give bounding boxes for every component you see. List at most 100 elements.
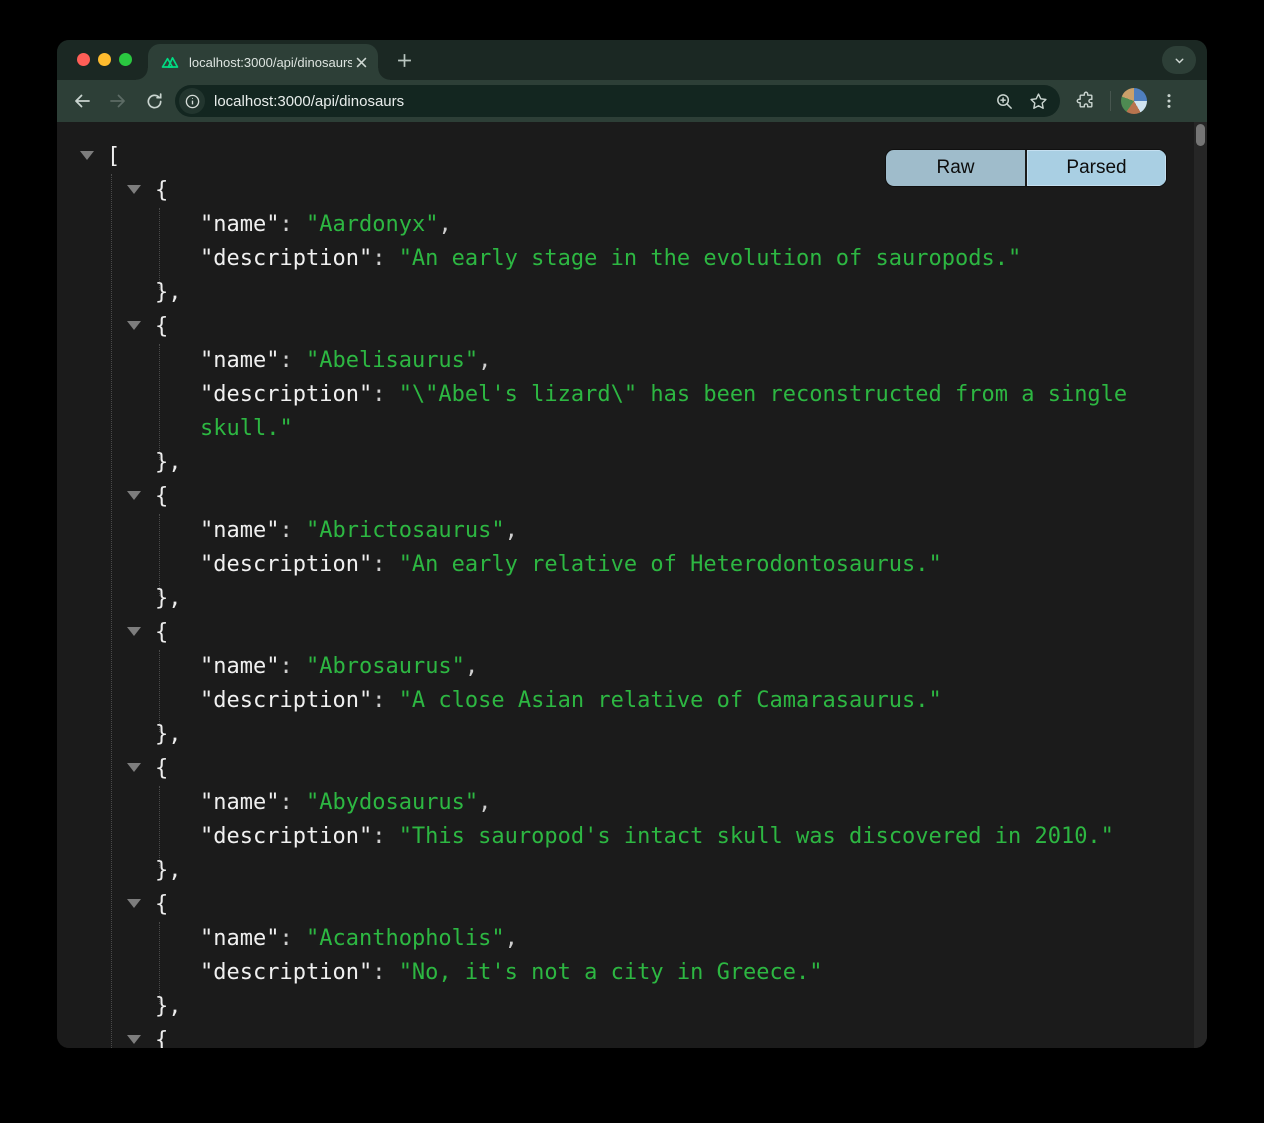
json-key: "description" xyxy=(200,246,372,271)
chevron-down-icon xyxy=(1173,54,1186,67)
json-line-close: }, xyxy=(57,582,1194,616)
comma: , xyxy=(505,926,518,951)
browser-menu-button[interactable] xyxy=(1157,89,1181,113)
json-key: "name" xyxy=(200,348,279,373)
forward-button[interactable] xyxy=(103,86,133,116)
json-key: "description" xyxy=(200,824,372,849)
array-open-bracket: [ xyxy=(107,144,120,169)
collapse-triangle-icon[interactable] xyxy=(127,491,141,500)
colon: : xyxy=(372,382,399,407)
new-tab-button[interactable] xyxy=(391,47,418,74)
address-bar[interactable]: localhost:3000/api/dinosaurs xyxy=(175,85,1060,117)
bookmark-button[interactable] xyxy=(1026,89,1050,113)
collapse-triangle-icon[interactable] xyxy=(127,627,141,636)
zoom-button[interactable] xyxy=(992,89,1016,113)
nuxt-favicon-icon xyxy=(160,52,180,72)
scrollbar-thumb[interactable] xyxy=(1196,124,1205,146)
json-viewer: [ {"name": "Aardonyx","description": "An… xyxy=(57,122,1207,1048)
json-line-open: { xyxy=(57,752,1194,786)
object-open-brace: { xyxy=(155,892,168,917)
toolbar-separator xyxy=(1110,91,1111,111)
kebab-menu-icon xyxy=(1160,92,1178,110)
tab-search-button[interactable] xyxy=(1162,46,1196,74)
colon: : xyxy=(372,960,399,985)
profile-avatar[interactable] xyxy=(1121,88,1147,114)
collapse-triangle-icon[interactable] xyxy=(80,151,94,160)
colon: : xyxy=(372,246,399,271)
json-entry: {"name": "Abydosaurus","description": "T… xyxy=(57,752,1194,888)
json-key-value-line: "name": "Abelisaurus", xyxy=(57,344,1194,378)
collapse-triangle-icon[interactable] xyxy=(127,185,141,194)
colon: : xyxy=(279,790,306,815)
minimize-window-button[interactable] xyxy=(98,53,111,66)
json-line-close: }, xyxy=(57,990,1194,1024)
colon: : xyxy=(372,824,399,849)
scrollbar[interactable] xyxy=(1194,122,1207,1048)
json-line-open: { xyxy=(57,1024,1194,1048)
close-window-button[interactable] xyxy=(77,53,90,66)
object-open-brace: { xyxy=(155,314,168,339)
colon: : xyxy=(279,348,306,373)
json-line-open: { xyxy=(57,310,1194,344)
browser-toolbar: localhost:3000/api/dinosaurs xyxy=(57,80,1207,122)
json-string-value: "Abrictosaurus" xyxy=(306,518,505,543)
tab-close-button[interactable] xyxy=(352,53,370,71)
json-line-close: }, xyxy=(57,718,1194,752)
json-key: "description" xyxy=(200,960,372,985)
comma: , xyxy=(505,518,518,543)
json-key-value-line: "description": "No, it's not a city in G… xyxy=(57,956,1194,990)
json-string-value: "Abydosaurus" xyxy=(306,790,478,815)
forward-arrow-icon xyxy=(108,91,128,111)
puzzle-icon xyxy=(1076,91,1096,111)
json-key-value-line: "name": "Aardonyx", xyxy=(57,208,1194,242)
browser-tab[interactable]: localhost:3000/api/dinosaurs xyxy=(148,44,378,80)
json-key-value-line: "name": "Abrosaurus", xyxy=(57,650,1194,684)
collapse-triangle-icon[interactable] xyxy=(127,899,141,908)
colon: : xyxy=(279,212,306,237)
object-open-brace: { xyxy=(155,484,168,509)
collapse-triangle-icon[interactable] xyxy=(127,1035,141,1044)
raw-button[interactable]: Raw xyxy=(886,150,1025,186)
back-arrow-icon xyxy=(72,91,92,111)
colon: : xyxy=(372,688,399,713)
maximize-window-button[interactable] xyxy=(119,53,132,66)
json-key-value-line: "name": "Abrictosaurus", xyxy=(57,514,1194,548)
json-entry: {"name": "Abrosaurus", "description": "A … xyxy=(57,616,1194,752)
colon: : xyxy=(279,654,306,679)
collapse-triangle-icon[interactable] xyxy=(127,763,141,772)
json-string-value: "A close Asian relative of Camarasaurus.… xyxy=(399,688,942,713)
tab-title: localhost:3000/api/dinosaurs xyxy=(189,55,352,70)
info-icon xyxy=(184,93,201,110)
json-tree: [ {"name": "Aardonyx","description": "An… xyxy=(57,122,1194,1048)
json-string-value: "Acanthopholis" xyxy=(306,926,505,951)
back-button[interactable] xyxy=(67,86,97,116)
json-key: "name" xyxy=(200,790,279,815)
json-entries: {"name": "Aardonyx","description": "An e… xyxy=(57,174,1194,1048)
json-key: "name" xyxy=(200,518,279,543)
json-key-value-line: "name": "Abydosaurus", xyxy=(57,786,1194,820)
json-line-open: { xyxy=(57,888,1194,922)
comma: , xyxy=(465,654,478,679)
reload-button[interactable] xyxy=(139,86,169,116)
colon: : xyxy=(372,552,399,577)
json-key: "description" xyxy=(200,382,372,407)
json-key-value-line: "description": "An early relative of Het… xyxy=(57,548,1194,582)
object-close-brace: }, xyxy=(155,722,182,747)
comma: , xyxy=(478,348,491,373)
extensions-button[interactable] xyxy=(1074,89,1098,113)
collapse-triangle-icon[interactable] xyxy=(127,321,141,330)
site-info-button[interactable] xyxy=(179,88,205,114)
json-line-open: { xyxy=(57,616,1194,650)
url-text[interactable]: localhost:3000/api/dinosaurs xyxy=(214,93,982,110)
json-key-value-line: "description": "An early stage in the ev… xyxy=(57,242,1194,276)
object-open-brace: { xyxy=(155,756,168,781)
json-string-value: "Abrosaurus" xyxy=(306,654,465,679)
colon: : xyxy=(279,518,306,543)
object-open-brace: { xyxy=(155,1028,168,1048)
json-key: "description" xyxy=(200,688,372,713)
json-string-value: "No, it's not a city in Greece." xyxy=(399,960,823,985)
json-string-value: "Aardonyx" xyxy=(306,212,438,237)
json-key-value-line: "name": "Acanthopholis", xyxy=(57,922,1194,956)
object-close-brace: }, xyxy=(155,586,182,611)
parsed-button[interactable]: Parsed xyxy=(1025,150,1166,186)
